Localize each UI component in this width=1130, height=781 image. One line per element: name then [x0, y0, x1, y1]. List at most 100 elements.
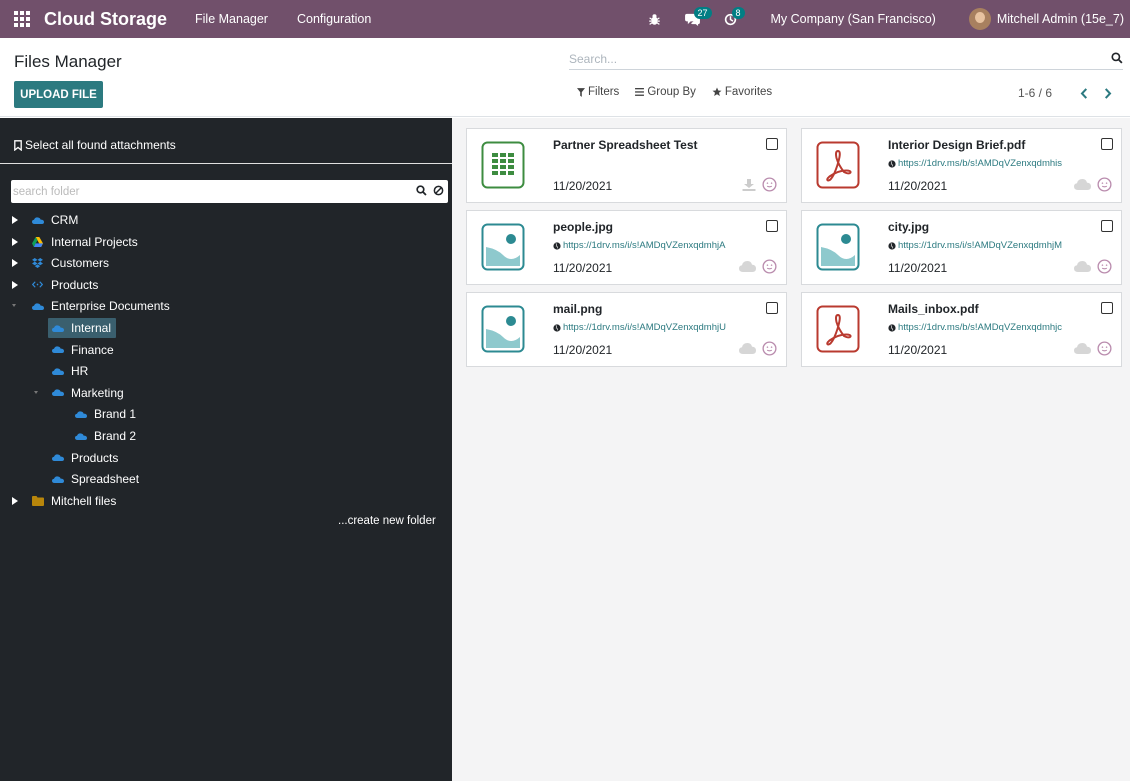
menu-file-manager[interactable]: File Manager [195, 12, 268, 26]
tree-item-label: Mitchell files [51, 493, 117, 508]
cloud-icon [1074, 261, 1091, 275]
file-name[interactable]: Partner Spreadsheet Test [553, 138, 698, 152]
globe-icon [553, 241, 561, 250]
activity-smiley-icon[interactable] [1097, 341, 1112, 359]
favorites-label: Favorites [724, 86, 773, 98]
file-url[interactable]: https://1drv.ms/i/s!AMDqVZenxqdmhjA [553, 240, 725, 251]
select-all-attachments[interactable]: Select all found attachments [14, 138, 176, 152]
select-checkbox[interactable] [1101, 220, 1113, 232]
file-name[interactable]: mail.png [553, 302, 602, 316]
file-card[interactable]: Partner Spreadsheet Test 11/20/2021 [466, 128, 787, 203]
caret-down-icon[interactable] [12, 296, 20, 316]
tree-item-products-sub[interactable]: Products [52, 448, 118, 468]
file-card[interactable]: people.jpg https://1drv.ms/i/s!AMDqVZenx… [466, 210, 787, 285]
group-by-button[interactable]: Group By [635, 86, 696, 98]
list-icon [635, 88, 645, 96]
tree-item-label: Finance [71, 342, 114, 357]
select-checkbox[interactable] [766, 302, 778, 314]
file-card[interactable]: Mails_inbox.pdf https://1drv.ms/b/s!AMDq… [801, 292, 1122, 367]
user-menu[interactable]: Mitchell Admin (15e_7) [997, 12, 1124, 26]
file-url[interactable]: https://1drv.ms/b/s!AMDqVZenxqdmhis [888, 158, 1062, 169]
onedrive-icon [52, 448, 66, 468]
select-checkbox[interactable] [1101, 138, 1113, 150]
file-name[interactable]: Mails_inbox.pdf [888, 302, 979, 316]
search-input[interactable] [569, 51, 1099, 66]
tree-item-finance[interactable]: Finance [52, 340, 114, 360]
tree-item-brand-1[interactable]: Brand 1 [75, 404, 136, 424]
company-switcher[interactable]: My Company (San Francisco) [771, 12, 936, 26]
pager-previous-icon[interactable] [1076, 85, 1092, 101]
caret-right-icon[interactable] [12, 275, 20, 295]
upload-file-button[interactable]: UPLOAD FILE [14, 81, 103, 108]
file-url[interactable]: https://1drv.ms/b/s!AMDqVZenxqdmhjc [888, 322, 1062, 333]
cloud-icon [1074, 343, 1091, 357]
tree-item-brand-2[interactable]: Brand 2 [75, 426, 136, 446]
tree-item-customers[interactable]: Customers [0, 253, 109, 273]
file-card[interactable]: Interior Design Brief.pdf https://1drv.m… [801, 128, 1122, 203]
app-brand[interactable]: Cloud Storage [44, 9, 167, 30]
menu-configuration[interactable]: Configuration [297, 12, 371, 26]
file-card[interactable]: mail.png https://1drv.ms/i/s!AMDqVZenxqd… [466, 292, 787, 367]
activities-clock-icon[interactable]: 8 [719, 0, 745, 38]
pager-next-icon[interactable] [1100, 85, 1116, 101]
file-name[interactable]: Interior Design Brief.pdf [888, 138, 1025, 152]
file-date: 11/20/2021 [888, 343, 948, 357]
folder-search-input[interactable] [11, 185, 411, 198]
search-icon[interactable] [1111, 52, 1123, 67]
activity-smiley-icon[interactable] [762, 177, 777, 195]
tree-item-crm[interactable]: CRM [0, 210, 78, 230]
caret-down-icon[interactable] [34, 383, 40, 403]
caret-right-icon[interactable] [12, 210, 20, 230]
debug-bug-icon[interactable] [643, 0, 667, 38]
page-title: Files Manager [14, 52, 122, 71]
file-date: 11/20/2021 [888, 261, 948, 275]
caret-right-icon[interactable] [12, 253, 20, 273]
select-checkbox[interactable] [766, 220, 778, 232]
folder-search-icon[interactable] [416, 185, 427, 199]
pdf-icon [816, 141, 860, 189]
search-bar [569, 48, 1123, 70]
tree-item-label: Brand 1 [94, 407, 137, 422]
top-navbar: Cloud Storage File Manager Configuration… [0, 0, 1130, 38]
activity-smiley-icon[interactable] [762, 259, 777, 277]
globe-icon [553, 323, 561, 332]
pager-value[interactable]: 1-6 / 6 [1018, 86, 1052, 100]
tree-item-internal-projects[interactable]: Internal Projects [0, 232, 138, 252]
file-date: 11/20/2021 [888, 179, 948, 193]
tree-item-mitchell-files[interactable]: Mitchell files [0, 491, 116, 511]
caret-right-icon[interactable] [12, 491, 20, 511]
globe-icon [888, 241, 896, 250]
select-checkbox[interactable] [1101, 302, 1113, 314]
onedrive-icon [52, 469, 66, 489]
select-checkbox[interactable] [766, 138, 778, 150]
filters-button[interactable]: Filters [577, 86, 619, 98]
favorites-button[interactable]: Favorites [712, 86, 772, 98]
tree-item-enterprise-documents[interactable]: Enterprise Documents [0, 296, 170, 316]
tree-item-spreadsheet[interactable]: Spreadsheet [52, 469, 139, 489]
file-url[interactable]: https://1drv.ms/i/s!AMDqVZenxqdmhjU [553, 322, 726, 333]
image-icon [481, 223, 525, 271]
caret-right-icon[interactable] [12, 232, 20, 252]
activities-count-badge: 8 [731, 7, 745, 19]
file-name[interactable]: city.jpg [888, 220, 929, 234]
activity-smiley-icon[interactable] [762, 341, 777, 359]
filters-label: Filters [588, 86, 620, 98]
activity-smiley-icon[interactable] [1097, 259, 1112, 277]
file-card[interactable]: city.jpg https://1drv.ms/i/s!AMDqVZenxqd… [801, 210, 1122, 285]
file-url[interactable]: https://1drv.ms/i/s!AMDqVZenxqdmhjM [888, 240, 1062, 251]
tree-item-marketing[interactable]: Marketing [0, 383, 124, 403]
onedrive-icon [52, 383, 66, 403]
clear-search-icon[interactable] [433, 185, 444, 199]
onedrive-icon [32, 210, 46, 230]
activity-smiley-icon[interactable] [1097, 177, 1112, 195]
create-new-folder-link[interactable]: ...create new folder [338, 515, 436, 527]
sidebar-divider [0, 163, 452, 164]
user-avatar[interactable] [968, 8, 991, 30]
tree-item-products[interactable]: Products [0, 275, 98, 295]
messages-icon[interactable]: 27 [681, 0, 712, 38]
download-icon[interactable] [742, 178, 756, 194]
tree-item-internal[interactable]: Internal [48, 318, 117, 338]
apps-menu-icon[interactable] [0, 0, 44, 38]
file-name[interactable]: people.jpg [553, 220, 613, 234]
tree-item-hr[interactable]: HR [52, 361, 88, 381]
